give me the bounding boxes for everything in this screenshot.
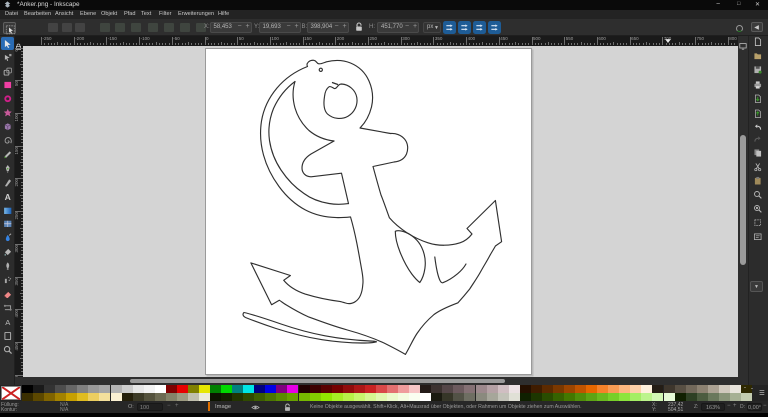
svg-text:A: A bbox=[4, 192, 10, 202]
svg-text:A: A bbox=[5, 318, 11, 327]
